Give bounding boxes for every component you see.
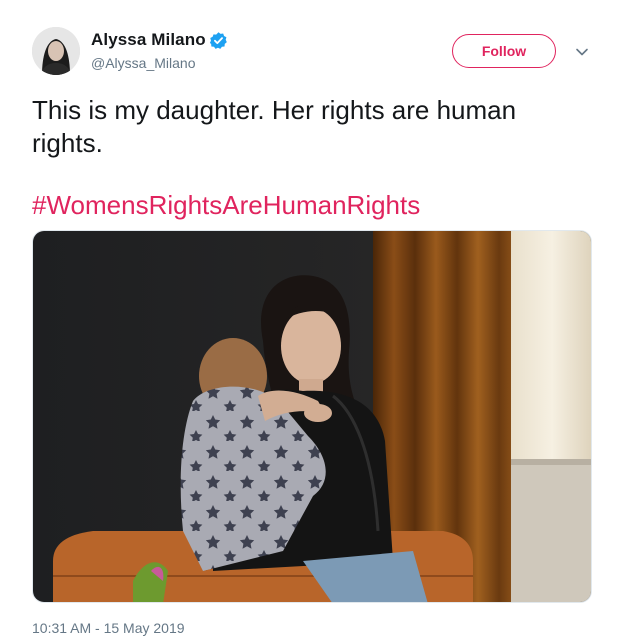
tweet-card: Alyssa Milano @Alyssa_Milano Follow This… [0,0,625,637]
author-handle[interactable]: @Alyssa_Milano [91,55,195,71]
tweet-timestamp[interactable]: 10:31 AM - 15 May 2019 [32,620,185,636]
verified-badge-icon [209,32,227,49]
avatar-image [32,27,80,75]
tweet-text: This is my daughter. Her rights are huma… [32,95,517,158]
follow-button[interactable]: Follow [452,34,556,68]
author-avatar[interactable] [32,27,80,75]
tweet-photo[interactable] [32,230,592,603]
hashtag-link[interactable]: #WomensRightsAreHumanRights [32,190,420,221]
chevron-down-icon[interactable] [574,44,590,60]
author-name[interactable]: Alyssa Milano [91,30,206,50]
photo-image [33,231,591,602]
